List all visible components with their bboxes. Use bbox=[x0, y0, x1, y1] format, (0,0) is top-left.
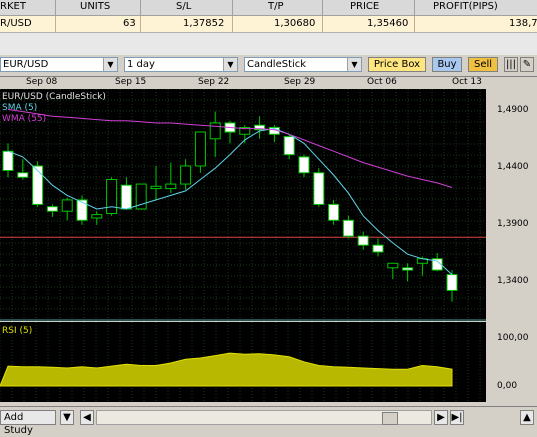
candle-body bbox=[328, 203, 340, 221]
symbol-select[interactable]: EUR/USD ▼ bbox=[0, 57, 118, 72]
date-tick: Sep 15 bbox=[115, 77, 147, 87]
chart-type-value: CandleStick bbox=[247, 59, 307, 70]
rsi-tick: 100,00 bbox=[497, 333, 529, 343]
position-row[interactable]: R/USD 63 1,37852 1,30680 1,35460 138,7 bbox=[0, 16, 537, 33]
study-dropdown-icon[interactable]: ▼ bbox=[60, 410, 74, 425]
price-tick: 1,4900 bbox=[497, 105, 529, 115]
draw-tool-icon[interactable]: ✎ bbox=[520, 57, 534, 72]
candle-body bbox=[61, 199, 73, 212]
rsi-panel[interactable]: RSI (5) bbox=[0, 322, 486, 402]
panel-gap bbox=[0, 33, 537, 55]
date-tick: Sep 29 bbox=[284, 77, 316, 87]
candle-body bbox=[165, 183, 177, 190]
date-tick: Sep 22 bbox=[198, 77, 230, 87]
candle-body bbox=[283, 136, 295, 156]
scroll-right-icon[interactable]: ▶ bbox=[434, 410, 448, 425]
timeframe-select[interactable]: 1 day ▼ bbox=[124, 57, 238, 72]
indicator-icon[interactable]: ||| bbox=[504, 57, 518, 72]
sma-line bbox=[7, 128, 453, 275]
table-header: RKET UNITS S/L T/P PRICE PROFIT(PIPS) bbox=[0, 0, 537, 16]
price-chart-svg: EUR/USD (CandleStick) SMA (5) WMA (55) bbox=[0, 88, 486, 321]
legend-rsi: RSI (5) bbox=[2, 326, 32, 336]
candle-body bbox=[17, 172, 29, 178]
col-market-header[interactable]: RKET bbox=[0, 1, 26, 12]
col-tp-header[interactable]: T/P bbox=[268, 1, 284, 12]
candle-body bbox=[180, 165, 192, 185]
scroll-thumb[interactable] bbox=[382, 412, 398, 425]
chart-toolbar: EUR/USD ▼ 1 day ▼ CandleStick ▼ Price Bo… bbox=[0, 55, 537, 77]
candle-body bbox=[76, 199, 88, 221]
candle-body bbox=[91, 214, 103, 219]
col-price-header[interactable]: PRICE bbox=[350, 1, 379, 12]
cell-tp: 1,30680 bbox=[274, 18, 316, 29]
rsi-tick: 0,00 bbox=[497, 381, 518, 391]
candle-body bbox=[120, 184, 132, 210]
candle-body bbox=[446, 274, 458, 291]
chart-type-select[interactable]: CandleStick ▼ bbox=[244, 57, 362, 72]
sell-button[interactable]: Sell bbox=[468, 57, 498, 72]
candle-body bbox=[313, 172, 325, 205]
legend-main: EUR/USD (CandleStick) bbox=[2, 92, 106, 102]
cell-profit: 138,7 bbox=[509, 18, 537, 29]
candle-body bbox=[209, 122, 221, 140]
candle-body bbox=[402, 267, 414, 271]
cell-units: 63 bbox=[123, 18, 136, 29]
candle-body bbox=[106, 179, 118, 214]
candle-body bbox=[342, 219, 354, 237]
col-profit-header[interactable]: PROFIT(PIPS) bbox=[433, 1, 498, 12]
timeframe-value: 1 day bbox=[127, 59, 155, 70]
candle-body bbox=[150, 185, 162, 190]
price-tick: 1,3900 bbox=[497, 219, 529, 229]
col-sl-header[interactable]: S/L bbox=[176, 1, 191, 12]
candle-body bbox=[32, 165, 44, 205]
candle-body bbox=[2, 150, 14, 171]
price-chart[interactable]: EUR/USD (CandleStick) SMA (5) WMA (55) bbox=[0, 88, 486, 321]
zoom-icon[interactable]: ▲ bbox=[520, 410, 534, 425]
date-tick: Sep 08 bbox=[26, 77, 58, 87]
candle-body bbox=[298, 156, 310, 174]
chevron-down-icon[interactable]: ▼ bbox=[223, 58, 237, 71]
rsi-chart-svg: RSI (5) bbox=[0, 322, 481, 402]
candle-body bbox=[194, 131, 206, 167]
col-units-header[interactable]: UNITS bbox=[80, 1, 110, 12]
cell-sl: 1,37852 bbox=[183, 18, 225, 29]
chevron-down-icon[interactable]: ▼ bbox=[347, 58, 361, 71]
add-study-button[interactable]: Add Study bbox=[0, 410, 56, 436]
bottom-bar: Add Study ▼ ◀ ▶ ▶| ▲ bbox=[0, 406, 537, 436]
symbol-value: EUR/USD bbox=[3, 59, 49, 70]
price-tick: 1,3400 bbox=[497, 276, 529, 286]
candle-body bbox=[46, 206, 58, 212]
candle-body bbox=[372, 244, 384, 253]
price-box-button[interactable]: Price Box bbox=[368, 57, 426, 72]
date-tick: Oct 13 bbox=[452, 77, 482, 87]
date-tick: Oct 06 bbox=[367, 77, 397, 87]
chevron-down-icon[interactable]: ▼ bbox=[103, 58, 117, 71]
price-tick: 1,4400 bbox=[497, 162, 529, 172]
scroll-end-icon[interactable]: ▶| bbox=[450, 410, 464, 425]
candle-body bbox=[357, 235, 369, 246]
horizontal-scrollbar[interactable] bbox=[96, 410, 432, 425]
legend-wma: WMA (55) bbox=[2, 114, 46, 124]
cell-market: R/USD bbox=[0, 18, 32, 29]
grid bbox=[0, 88, 486, 321]
scroll-left-icon[interactable]: ◀ bbox=[80, 410, 94, 425]
cell-price: 1,35460 bbox=[367, 18, 409, 29]
buy-button[interactable]: Buy bbox=[432, 57, 462, 72]
candle-body bbox=[387, 262, 399, 269]
date-axis: Sep 08 Sep 15 Sep 22 Sep 29 Oct 06 Oct 1… bbox=[0, 77, 490, 89]
price-axis: 1,4900 1,4400 1,3900 1,3400 100,00 0,00 bbox=[487, 89, 537, 402]
